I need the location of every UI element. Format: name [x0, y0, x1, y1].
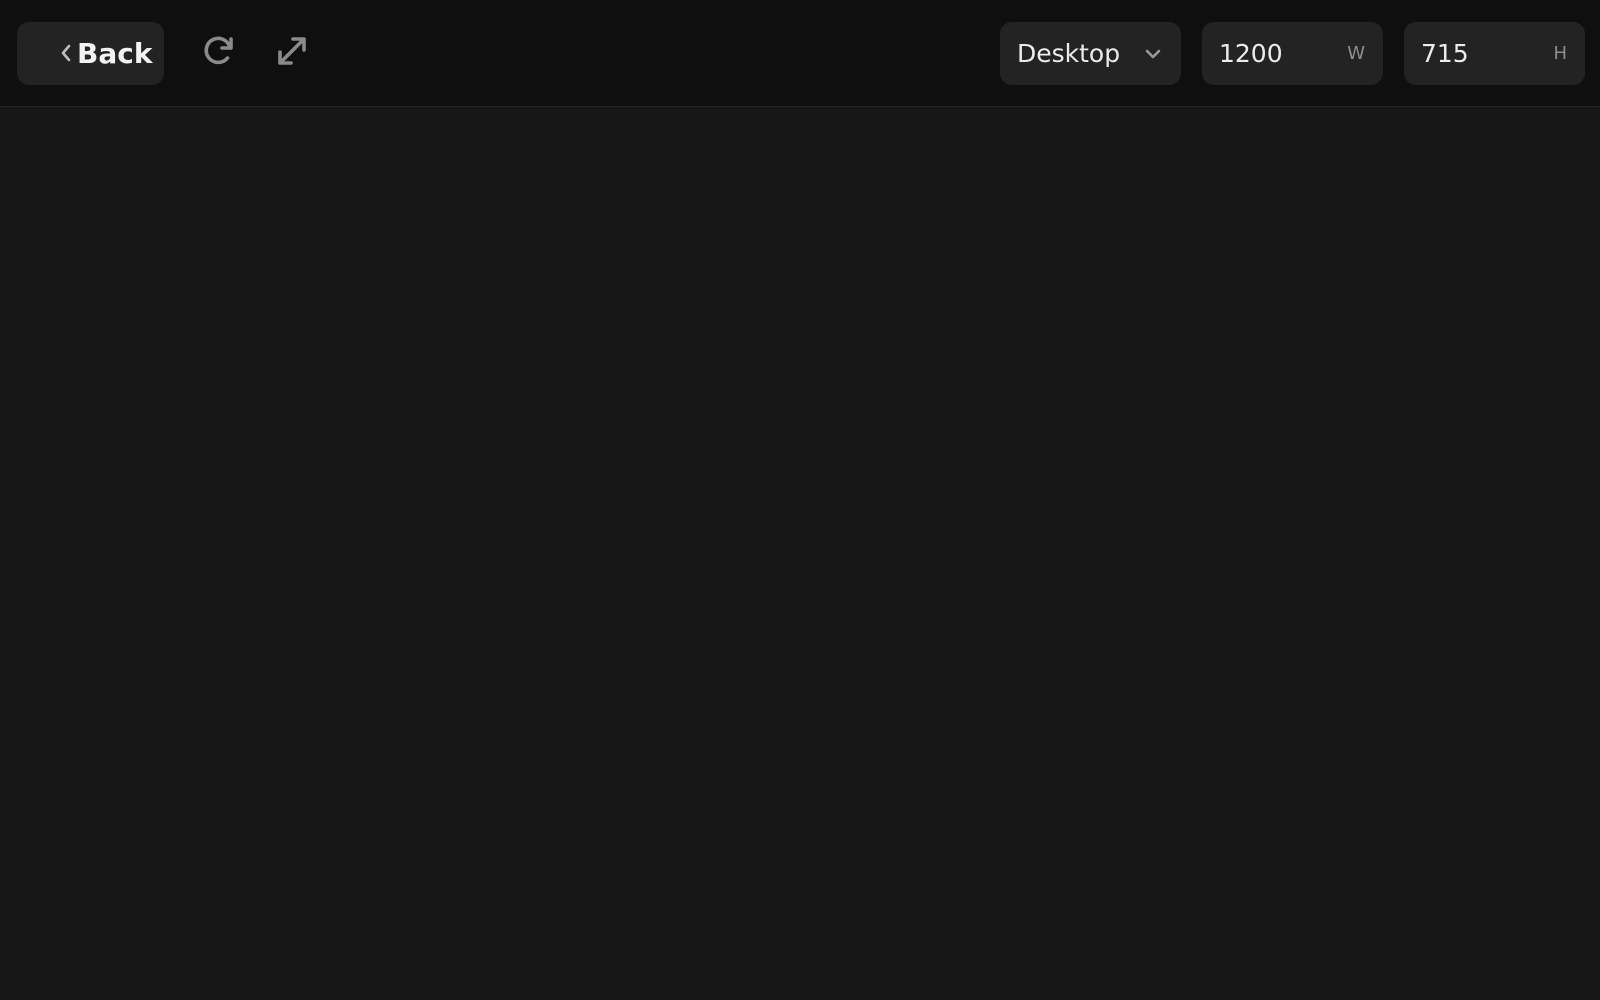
expand-icon [272, 31, 312, 75]
width-field: W [1202, 22, 1383, 85]
device-select[interactable]: Desktop [1000, 22, 1181, 85]
device-select-value: Desktop [1017, 39, 1121, 68]
refresh-button[interactable] [194, 28, 244, 78]
width-input[interactable] [1202, 22, 1342, 85]
chevron-down-icon [1143, 45, 1163, 63]
height-input[interactable] [1404, 22, 1544, 85]
expand-button[interactable] [267, 28, 317, 78]
width-unit-label: W [1347, 43, 1365, 64]
refresh-icon [199, 31, 239, 75]
chevron-left-icon [55, 42, 77, 64]
height-unit-label: H [1553, 43, 1567, 64]
preview-canvas[interactable] [0, 108, 1600, 1000]
back-button[interactable]: Back [17, 22, 164, 85]
height-field: H [1404, 22, 1585, 85]
toolbar: Back Desktop W H [0, 0, 1600, 107]
back-label: Back [77, 37, 153, 70]
